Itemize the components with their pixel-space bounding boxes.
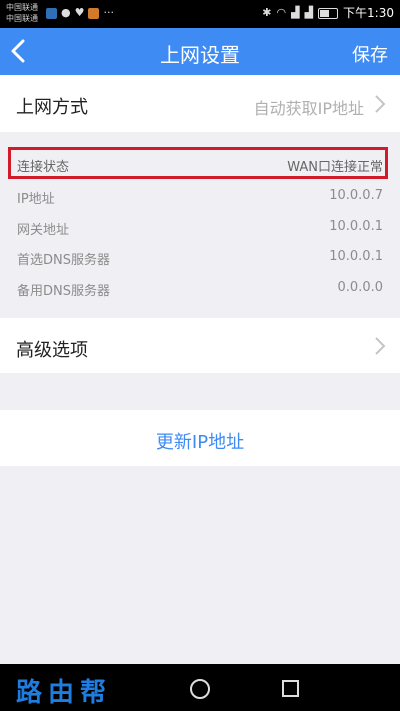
connection-mode-label: 上网方式 [16,97,88,118]
primary-dns-row: 首选DNS服务器 10.0.0.1 [0,241,400,271]
chevron-right-icon [375,95,386,113]
heart-icon: ♥ [74,6,85,19]
ip-address-row: IP地址 10.0.0.7 [0,180,400,210]
wifi-icon: ◠ [276,6,287,19]
page-title: 上网设置 [160,43,240,67]
gateway-label: 网关地址 [17,223,70,238]
battery-icon [318,7,339,19]
more-notifications-icon: ··· [103,6,114,19]
watermark-logo: 路由帮 [16,678,113,708]
advanced-options-row[interactable]: 高级选项 [0,318,400,373]
clock: 下午1:30 [343,6,394,20]
app-notification-icon [46,7,57,19]
secondary-dns-row: 备用DNS服务器 0.0.0.0 [0,272,400,302]
ip-address-value: 10.0.0.7 [329,188,383,203]
renew-ip-row[interactable]: 更新IP地址 [0,410,400,466]
primary-dns-value: 10.0.0.1 [329,249,383,264]
connection-status-value: WAN口连接正常 [287,160,383,175]
carrier-label: 中国联通 [6,3,38,12]
home-button[interactable] [190,679,210,699]
recents-button[interactable] [282,680,299,697]
gateway-row: 网关地址 10.0.0.1 [0,211,400,241]
secondary-dns-value: 0.0.0.0 [337,280,383,295]
secondary-dns-label: 备用DNS服务器 [17,284,110,299]
connection-mode-value: 自动获取IP地址 [253,99,364,118]
chevron-right-icon [375,337,386,355]
signal-icon: ▟ [291,6,300,19]
ip-address-label: IP地址 [17,192,55,207]
connection-status-label: 连接状态 [17,160,70,175]
notification-icons: ● ♥ ··· [46,7,114,19]
signal-icon: ▟ [304,6,314,19]
advanced-options-label: 高级选项 [16,340,88,361]
wechat-icon: ● [61,6,71,19]
carrier-label: 中国联通 [6,14,38,23]
primary-dns-label: 首选DNS服务器 [17,253,110,268]
status-bar: 中国联通 中国联通 ● ♥ ··· ✱ ◠ ▟ ▟ 下午1:30 [0,0,400,28]
nav-bar: 上网设置 保存 [0,28,400,75]
system-icons: ✱ ◠ ▟ ▟ 下午1:30 [262,6,394,20]
connection-status-row: 连接状态 WAN口连接正常 [0,148,400,178]
bluetooth-icon: ✱ [262,6,272,19]
app-notification-icon [88,7,100,19]
renew-ip-button[interactable]: 更新IP地址 [0,428,400,454]
gateway-value: 10.0.0.1 [329,219,383,234]
save-button[interactable]: 保存 [352,41,388,67]
connection-mode-row[interactable]: 上网方式 自动获取IP地址 [0,75,400,132]
